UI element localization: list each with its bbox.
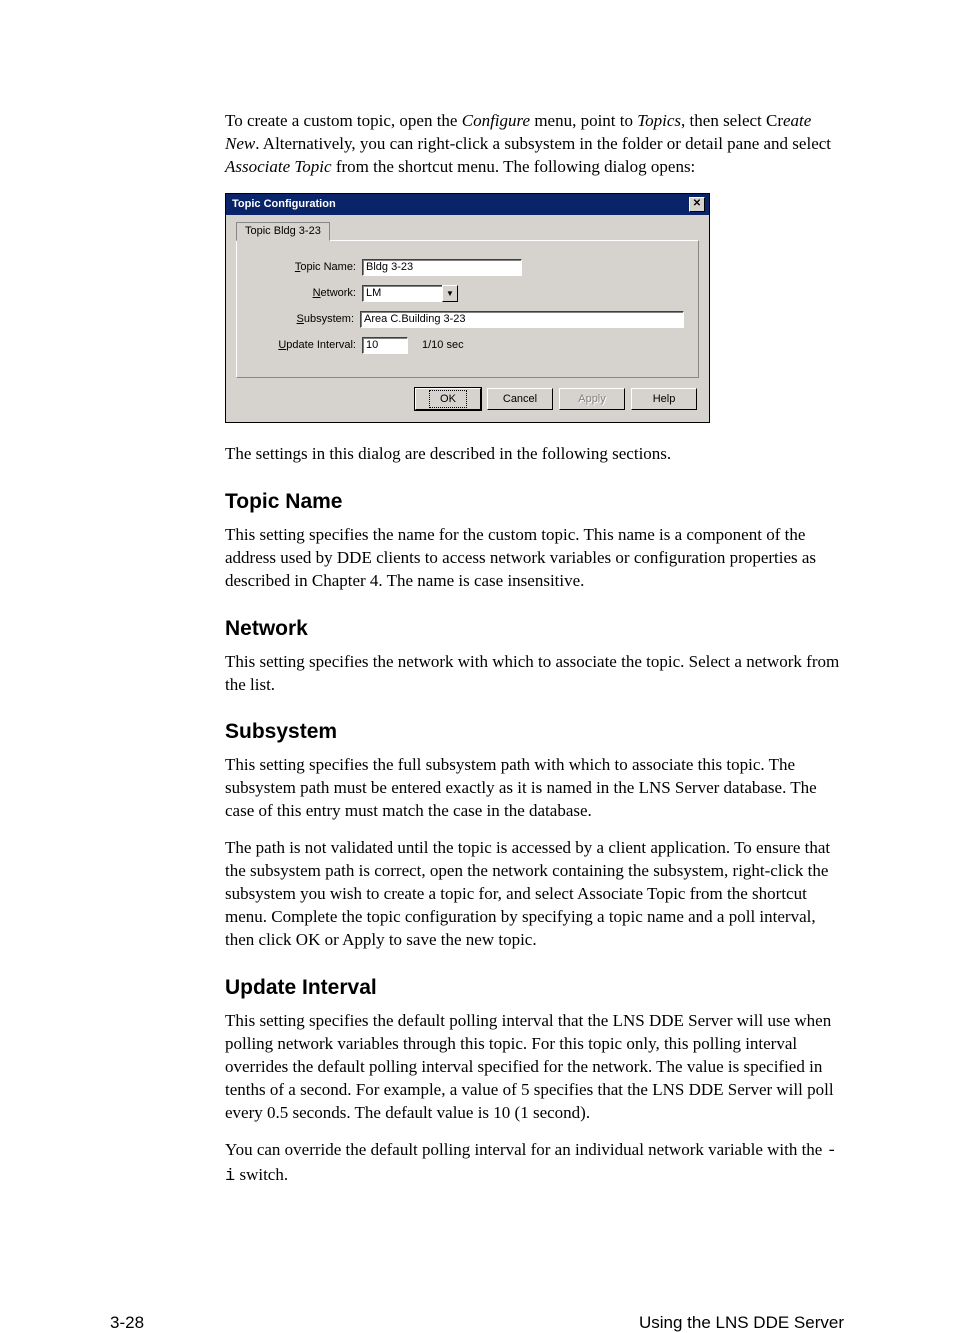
tab-page: Topic Name: Network: ▼ Subsystem: Update… bbox=[236, 240, 699, 378]
help-button[interactable]: Help bbox=[631, 388, 697, 410]
update-interval-suffix: 1/10 sec bbox=[422, 339, 464, 351]
para-topic-name: This setting specifies the name for the … bbox=[225, 524, 844, 593]
menu-ref: Topics bbox=[637, 111, 681, 130]
cancel-button[interactable]: Cancel bbox=[487, 388, 553, 410]
para-network: This setting specifies the network with … bbox=[225, 651, 844, 697]
text: . Alternatively, you can right-click a s… bbox=[255, 134, 831, 153]
row-subsystem: Subsystem: bbox=[251, 311, 684, 328]
page-content: To create a custom topic, open the Confi… bbox=[0, 0, 954, 1263]
subsystem-input[interactable] bbox=[360, 311, 684, 328]
para-subsystem-1: This setting specifies the full subsyste… bbox=[225, 754, 844, 823]
intro-paragraph: To create a custom topic, open the Confi… bbox=[225, 110, 844, 179]
page-number: 3-28 bbox=[110, 1313, 144, 1333]
menu-ref: Associate Topic bbox=[225, 157, 332, 176]
after-dialog-text: The settings in this dialog are describe… bbox=[225, 443, 844, 466]
text: switch. bbox=[235, 1165, 288, 1184]
ok-button[interactable]: OK bbox=[415, 388, 481, 410]
chevron-down-icon[interactable]: ▼ bbox=[442, 285, 458, 302]
heading-update-interval: Update Interval bbox=[225, 976, 844, 1000]
tab-topic[interactable]: Topic Bldg 3-23 bbox=[236, 222, 330, 241]
row-network: Network: ▼ bbox=[251, 285, 684, 302]
topic-configuration-dialog: Topic Configuration ✕ Topic Bldg 3-23 To… bbox=[225, 193, 710, 423]
dialog-title: Topic Configuration bbox=[232, 198, 336, 210]
close-icon[interactable]: ✕ bbox=[689, 197, 705, 212]
heading-subsystem: Subsystem bbox=[225, 720, 844, 744]
text: from the shortcut menu. The following di… bbox=[332, 157, 696, 176]
label-update-interval: Update Interval: bbox=[251, 339, 362, 351]
text: To create a custom topic, open the bbox=[225, 111, 462, 130]
para-subsystem-2: The path is not validated until the topi… bbox=[225, 837, 844, 952]
dialog-titlebar[interactable]: Topic Configuration ✕ bbox=[226, 194, 709, 215]
network-combo[interactable]: ▼ bbox=[362, 285, 458, 302]
label-network: Network: bbox=[251, 287, 362, 299]
menu-ref: Configure bbox=[462, 111, 530, 130]
text: You can override the default polling int… bbox=[225, 1140, 827, 1159]
para-update-2: You can override the default polling int… bbox=[225, 1139, 844, 1189]
label-topic-name: Topic Name: bbox=[251, 261, 362, 273]
tab-strip: Topic Bldg 3-23 bbox=[226, 215, 709, 240]
dialog-button-bar: OK Cancel Apply Help bbox=[226, 388, 709, 422]
row-topic-name: Topic Name: bbox=[251, 259, 684, 276]
network-input[interactable] bbox=[362, 285, 442, 302]
topic-name-input[interactable] bbox=[362, 259, 522, 276]
heading-network: Network bbox=[225, 617, 844, 641]
page-footer: 3-28 Using the LNS DDE Server bbox=[0, 1313, 954, 1333]
row-update-interval: Update Interval: 1/10 sec bbox=[251, 337, 684, 354]
footer-title: Using the LNS DDE Server bbox=[639, 1313, 844, 1333]
label-subsystem: Subsystem: bbox=[251, 313, 360, 325]
para-update-1: This setting specifies the default polli… bbox=[225, 1010, 844, 1125]
text: menu, point to bbox=[530, 111, 637, 130]
text: , then select Cr bbox=[681, 111, 783, 130]
update-interval-input[interactable] bbox=[362, 337, 408, 354]
ok-label: OK bbox=[429, 390, 467, 408]
heading-topic-name: Topic Name bbox=[225, 490, 844, 514]
apply-button: Apply bbox=[559, 388, 625, 410]
